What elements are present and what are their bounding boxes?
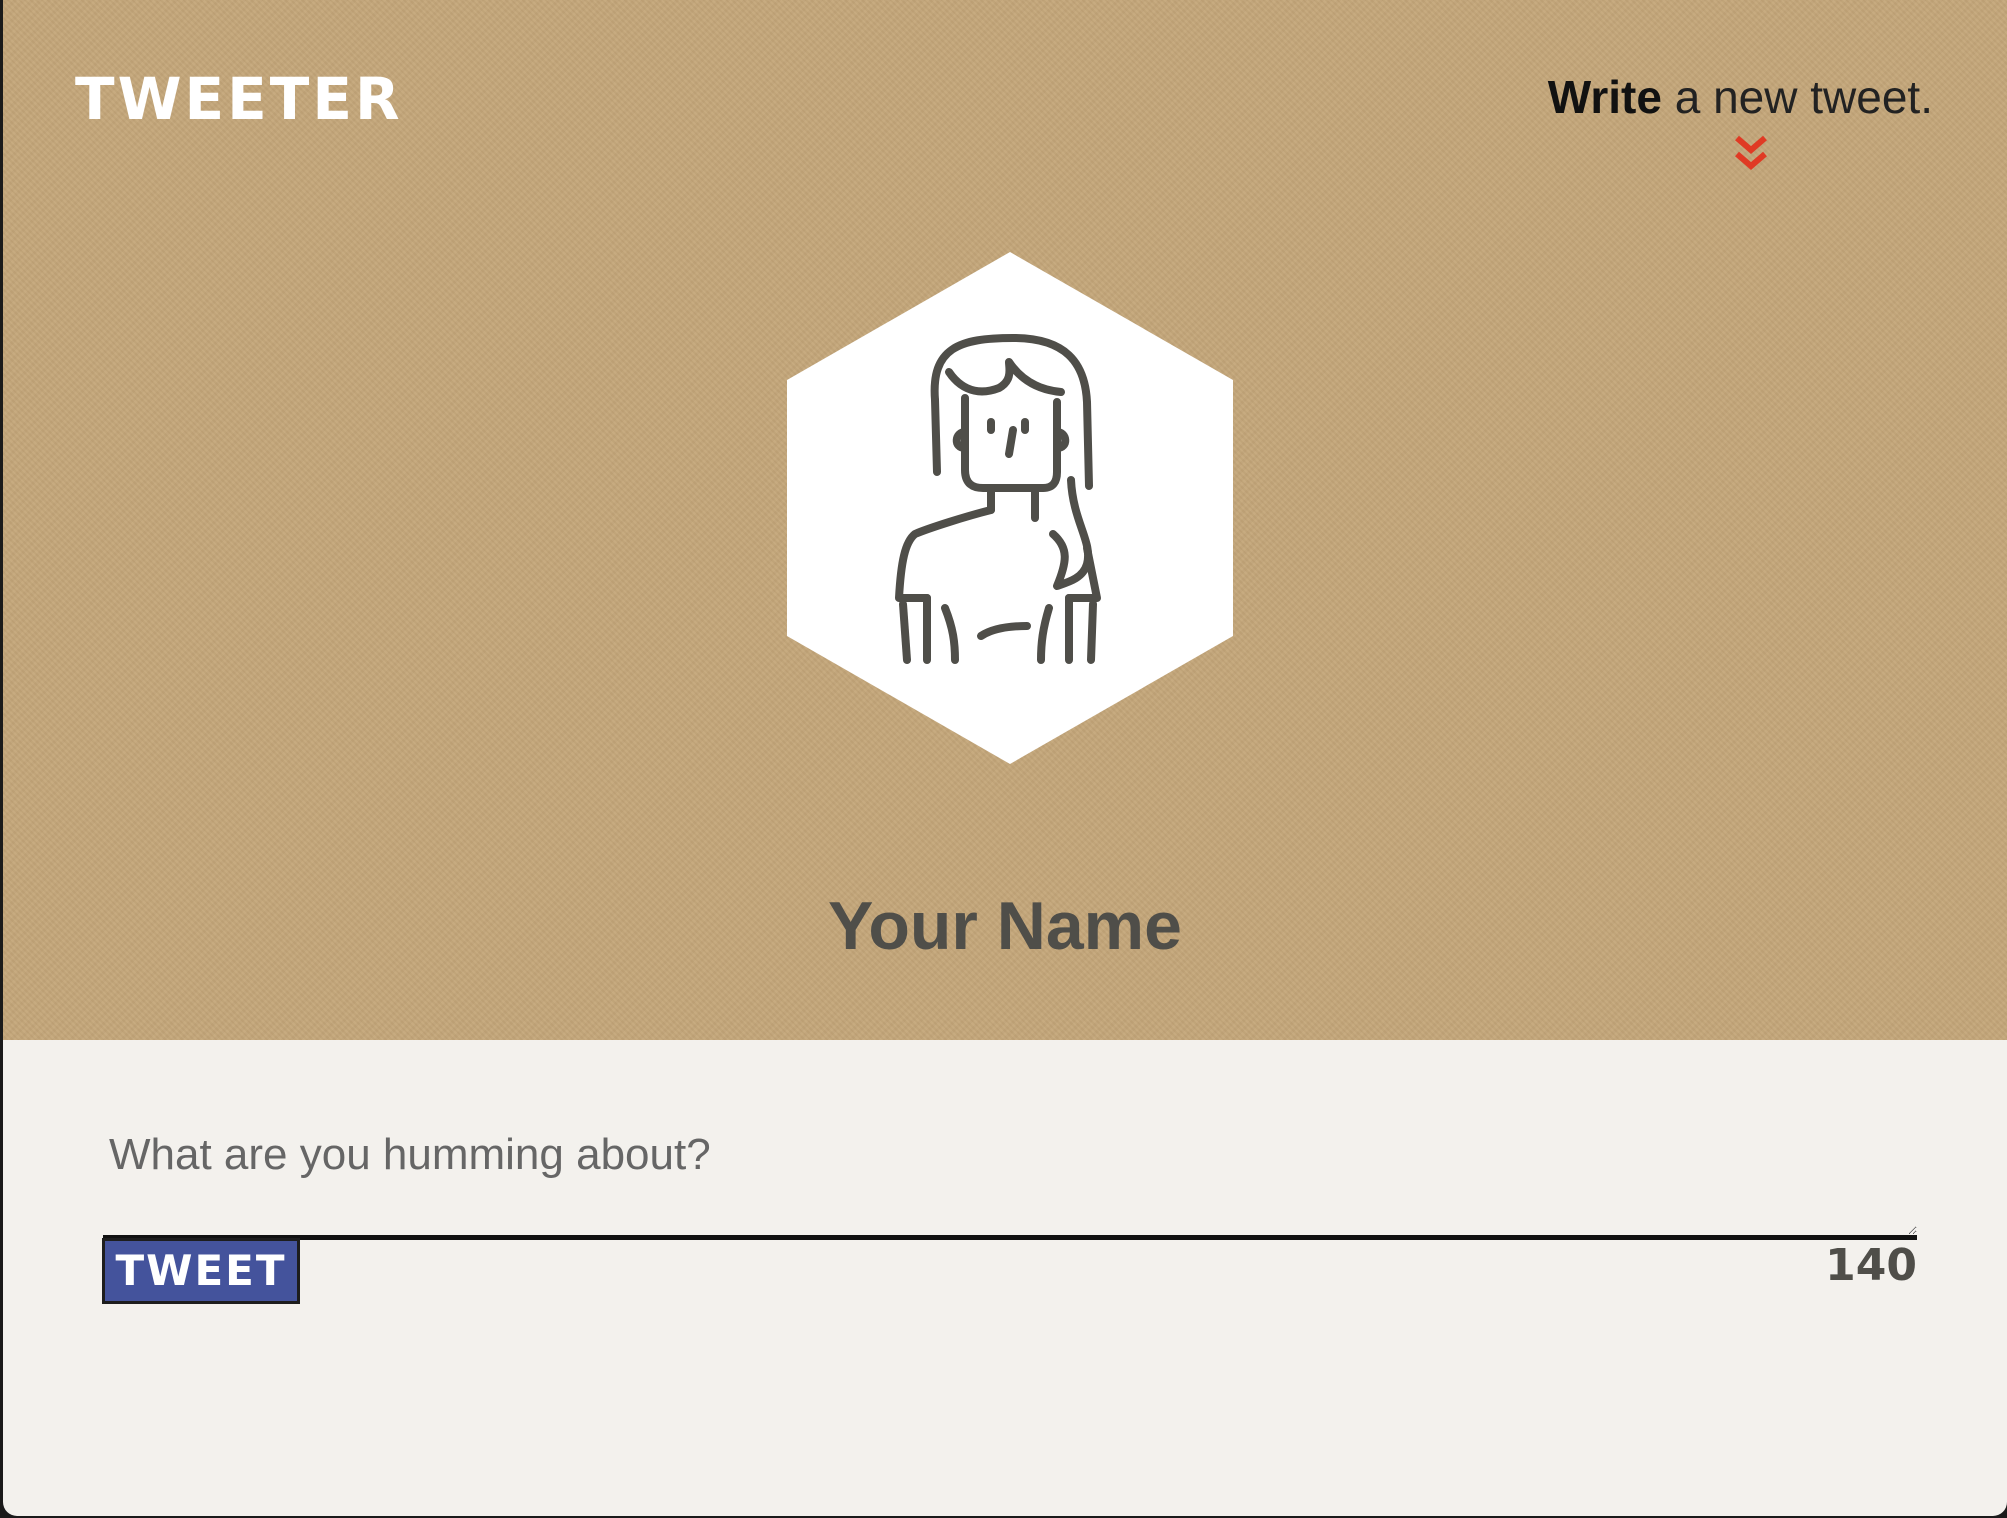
tweet-composer	[3, 1040, 2007, 1516]
hexagon-frame	[787, 252, 1233, 764]
user-name: Your Name	[828, 888, 1182, 964]
app-window: TWEETER Write a new tweet. Your Name Wha…	[3, 0, 2007, 1516]
character-count: 140	[1825, 1240, 1917, 1291]
double-chevron-down-icon[interactable]	[1733, 134, 1769, 174]
avatar	[787, 252, 1233, 764]
compose-hint[interactable]: Write a new tweet.	[1548, 74, 1933, 120]
profile-header: TWEETER Write a new tweet. Your Name	[3, 0, 2007, 1040]
tweet-input[interactable]	[103, 1080, 1917, 1240]
compose-hint-rest: a new tweet.	[1661, 71, 1933, 123]
compose-hint-bold: Write	[1547, 71, 1662, 123]
app-logo[interactable]: TWEETER	[75, 70, 403, 128]
tweet-button[interactable]: TWEET	[102, 1238, 300, 1304]
